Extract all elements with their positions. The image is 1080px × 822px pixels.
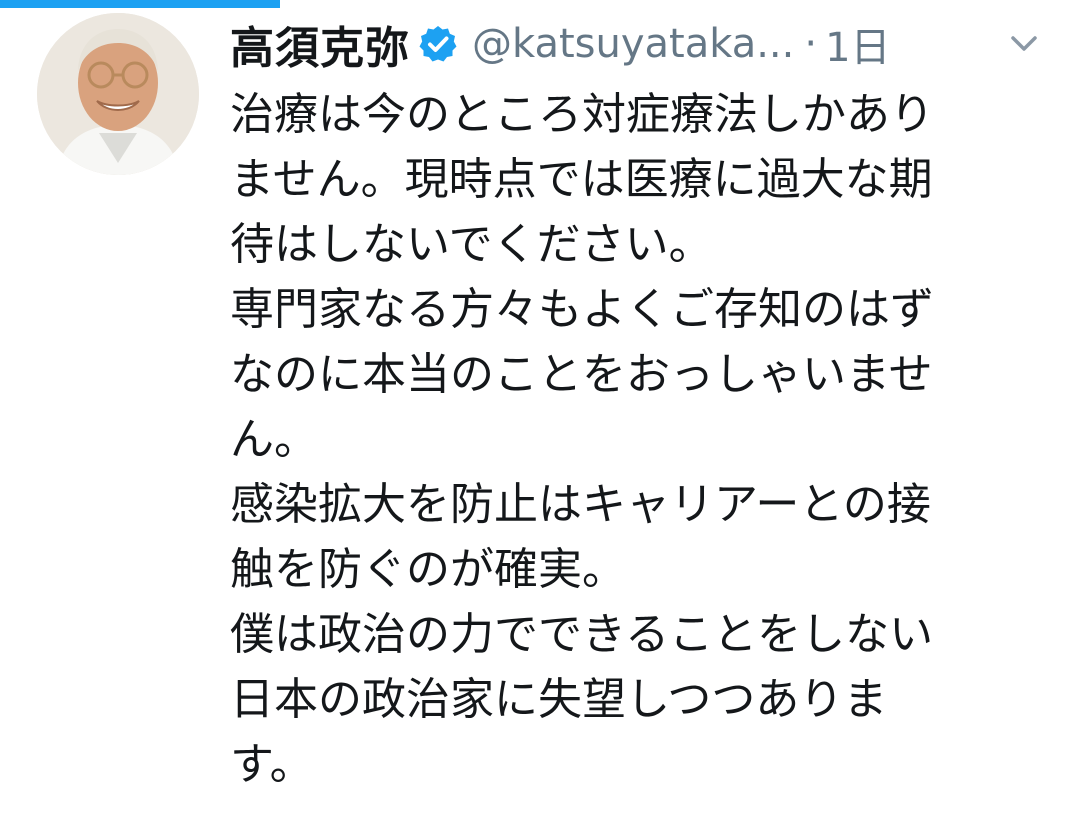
tweet-text-line: ません。現時点では医療に過大な期 — [230, 154, 933, 205]
tweet-text-line: 治療は今のところ対症療法しかあり — [230, 89, 934, 140]
tweet-header: 高須克弥 @katsuyataka... · 1日 — [230, 8, 1060, 80]
tweet-text-line: 感染拡大を防止はキャリアーとの接 — [230, 479, 931, 530]
tweet-text-line: ん。 — [230, 414, 318, 465]
tweet-text-line: 触を防ぐのが確実。 — [230, 544, 626, 595]
tweet-timestamp[interactable]: 1日 — [825, 15, 890, 73]
avatar[interactable] — [37, 13, 199, 175]
separator-dot: · — [804, 21, 818, 67]
tweet-text-line: す。 — [230, 739, 314, 790]
tweet-text-line: 僕は政治の力でできることをしない — [230, 609, 934, 660]
display-name[interactable]: 高須克弥 — [230, 12, 410, 76]
tweet[interactable]: 高須克弥 @katsuyataka... · 1日 治療は今のところ対症療法しか… — [0, 0, 1080, 822]
handle[interactable]: @katsuyataka... — [472, 21, 794, 67]
tweet-text-line: 専門家なる方々もよくご存知のはず — [230, 284, 934, 335]
tweet-text-line: 日本の政治家に失望しつつありま — [230, 674, 888, 725]
tweet-text-line: なのに本当のことをおっしゃいませ — [230, 349, 933, 400]
tweet-content: 高須克弥 @katsuyataka... · 1日 治療は今のところ対症療法しか… — [230, 8, 1060, 797]
tweet-text: 治療は今のところ対症療法しかあり ません。現時点では医療に過大な期 待はしないで… — [230, 82, 1060, 797]
tweet-text-line: 待はしないでください。 — [230, 219, 713, 270]
verified-badge-icon — [418, 24, 458, 64]
chevron-down-icon[interactable] — [1008, 28, 1040, 60]
